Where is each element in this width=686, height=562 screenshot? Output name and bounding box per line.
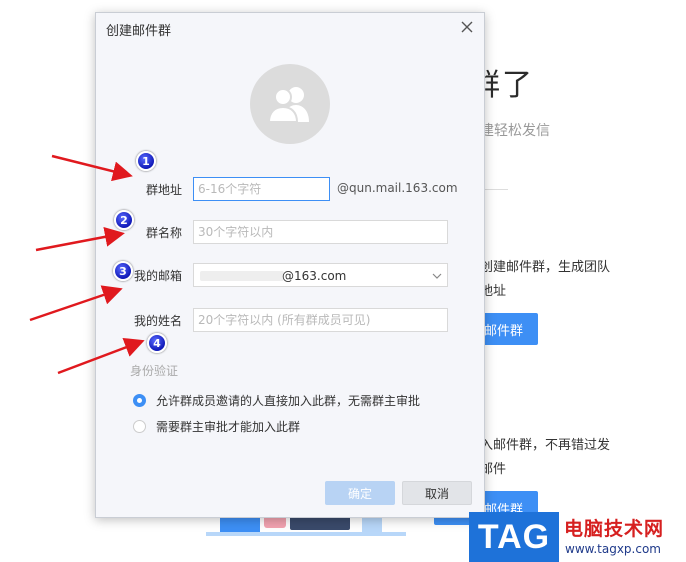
group-name-field[interactable] xyxy=(193,220,448,244)
close-icon[interactable] xyxy=(458,18,476,36)
group-name-input[interactable] xyxy=(198,225,447,239)
my-email-value: @163.com xyxy=(282,269,347,283)
group-address-row: 群地址 @qun.mail.163.com xyxy=(96,177,486,203)
group-address-field[interactable] xyxy=(193,177,330,201)
confirm-button[interactable]: 确定 xyxy=(325,481,395,505)
verification-option-direct[interactable]: 允许群成员邀请的人直接加入此群，无需群主审批 xyxy=(133,391,420,409)
group-avatar-icon xyxy=(250,64,330,144)
annotation-badge: 2 xyxy=(114,210,134,230)
group-address-suffix: @qun.mail.163.com xyxy=(337,181,458,195)
my-name-label: 我的姓名 xyxy=(133,314,182,328)
cancel-button[interactable]: 取消 xyxy=(402,481,472,505)
my-name-input[interactable] xyxy=(198,313,447,327)
watermark-tag-logo: TAG xyxy=(469,512,559,562)
annotation-badge: 4 xyxy=(147,333,167,353)
verification-label: 身份验证 xyxy=(130,364,179,378)
watermark: TAG 电脑技术网 www.tagxp.com xyxy=(469,512,683,562)
dialog-title: 创建邮件群 xyxy=(106,24,172,39)
my-name-field[interactable] xyxy=(193,308,448,332)
verification-option-label: 需要群主审批才能加入此群 xyxy=(156,419,301,434)
group-name-row: 群名称 xyxy=(96,220,486,246)
radio-unchecked[interactable] xyxy=(133,419,146,433)
my-email-label: 我的邮箱 xyxy=(133,269,182,283)
radio-checked[interactable] xyxy=(133,393,146,407)
group-address-input[interactable] xyxy=(198,182,329,196)
watermark-site-name: 电脑技术网 xyxy=(564,518,665,540)
background-paragraph-line: 创建邮件群，生成团队 xyxy=(480,260,611,275)
verification-option-label: 允许群成员邀请的人直接加入此群，无需群主审批 xyxy=(156,393,421,408)
my-email-select[interactable]: @163.com xyxy=(193,263,448,287)
annotation-badge: 3 xyxy=(113,261,133,281)
my-email-row: 我的邮箱 @163.com xyxy=(96,263,486,289)
group-name-label: 群名称 xyxy=(145,226,182,240)
background-subtitle: 建轻松发信 xyxy=(480,123,550,139)
background-create-group-button[interactable]: 邮件群 xyxy=(480,313,538,345)
annotation-badge: 1 xyxy=(136,151,156,171)
background-paragraph-line: 入邮件群，不再错过发 xyxy=(480,438,611,453)
group-address-label: 群地址 xyxy=(145,183,182,197)
chevron-down-icon xyxy=(431,270,443,282)
my-name-row: 我的姓名 xyxy=(96,308,486,334)
blurred-username xyxy=(200,271,284,281)
watermark-url: www.tagxp.com xyxy=(565,542,661,556)
create-mail-group-dialog: 创建邮件群 群地址 @qun.mail.163.com 群名称 我的邮箱 @16… xyxy=(95,12,485,518)
verification-option-approval[interactable]: 需要群主审批才能加入此群 xyxy=(133,417,300,435)
